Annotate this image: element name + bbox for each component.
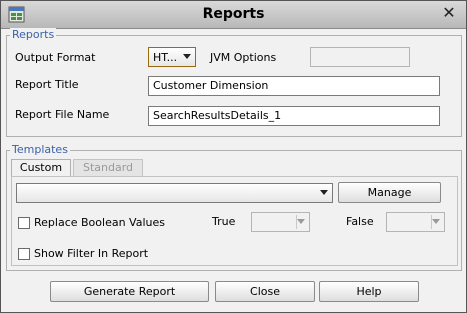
chevron-down-icon [320,190,328,195]
output-format-label: Output Format [15,51,96,64]
jvm-options-field [310,47,410,67]
report-file-name-field[interactable]: SearchResultsDetails_1 [148,106,440,126]
chevron-down-icon [297,219,305,224]
window-title: Reports [202,6,265,22]
false-label: False [346,215,374,228]
manage-button[interactable]: Manage [338,182,441,203]
report-title-field[interactable]: Customer Dimension [148,76,440,96]
true-value-select [251,212,310,232]
reports-group-legend: Reports [10,28,57,41]
generate-report-button[interactable]: Generate Report [50,281,209,302]
chevron-down-icon [432,219,440,224]
close-window-icon[interactable]: ✕ [440,4,458,22]
close-button[interactable]: Close [215,281,315,302]
jvm-options-label: JVM Options [210,51,277,64]
true-label: True [212,215,236,228]
templates-group-legend: Templates [10,143,70,156]
reports-dialog: Reports ✕ Reports Output Format HT... JV… [0,0,467,313]
report-file-name-label: Report File Name [15,108,110,121]
tab-standard[interactable]: Standard [73,159,143,177]
report-title-label: Report Title [15,78,79,91]
replace-boolean-checkbox[interactable] [18,217,30,229]
tab-custom[interactable]: Custom [11,159,71,177]
help-button[interactable]: Help [319,281,419,302]
title-bar[interactable]: Reports ✕ [1,1,466,29]
output-format-value: HT... [153,51,178,64]
replace-boolean-label: Replace Boolean Values [34,216,165,229]
show-filter-checkbox[interactable] [18,248,30,260]
template-select[interactable] [16,183,333,203]
chevron-down-icon [183,54,191,59]
show-filter-label: Show Filter In Report [34,247,149,260]
output-format-select[interactable]: HT... [148,47,196,67]
false-value-select [386,212,445,232]
